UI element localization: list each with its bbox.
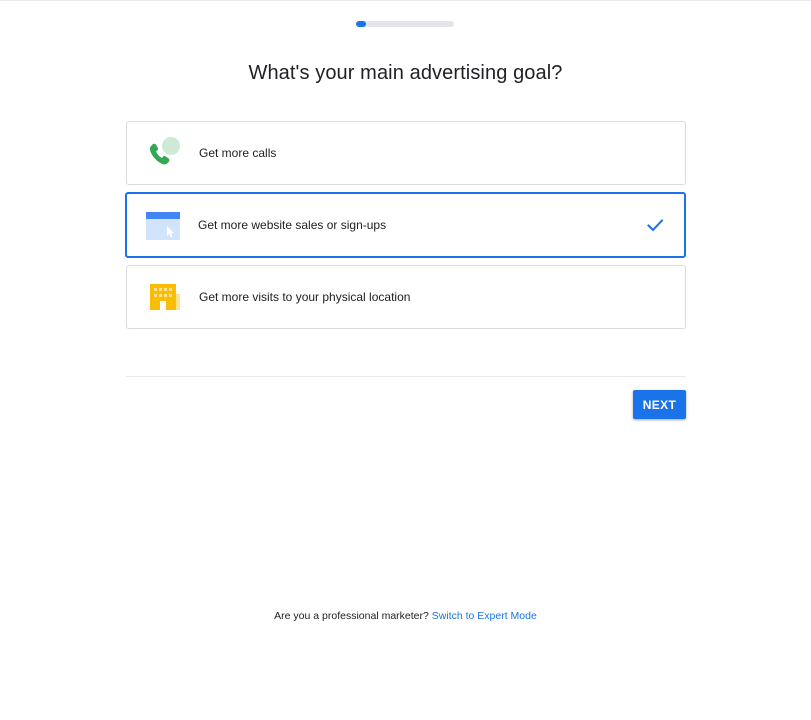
option-get-more-website-sales[interactable]: Get more website sales or sign-ups xyxy=(125,192,686,258)
checkmark-icon xyxy=(647,219,664,232)
progress-bar xyxy=(356,21,454,27)
option-label: Get more calls xyxy=(199,146,277,160)
option-get-more-visits[interactable]: Get more visits to your physical locatio… xyxy=(126,265,686,329)
top-divider xyxy=(0,0,811,1)
option-label: Get more website sales or sign-ups xyxy=(198,218,387,232)
page-title: What's your main advertising goal? xyxy=(248,62,563,85)
website-icon xyxy=(146,212,180,240)
expert-mode-prompt: Are you a professional marketer? Switch … xyxy=(0,610,811,622)
storefront-icon xyxy=(150,284,180,310)
phone-call-icon xyxy=(149,137,180,165)
footer-question: Are you a professional marketer? xyxy=(274,610,429,622)
goal-options: Get more calls Get more website sales or… xyxy=(125,121,686,337)
progress-bar-fill xyxy=(356,21,366,27)
option-label: Get more visits to your physical locatio… xyxy=(199,290,411,304)
option-get-more-calls[interactable]: Get more calls xyxy=(126,121,686,185)
next-button[interactable]: NEXT xyxy=(633,390,686,419)
switch-to-expert-mode-link[interactable]: Switch to Expert Mode xyxy=(432,610,537,622)
actions-divider xyxy=(126,376,686,377)
